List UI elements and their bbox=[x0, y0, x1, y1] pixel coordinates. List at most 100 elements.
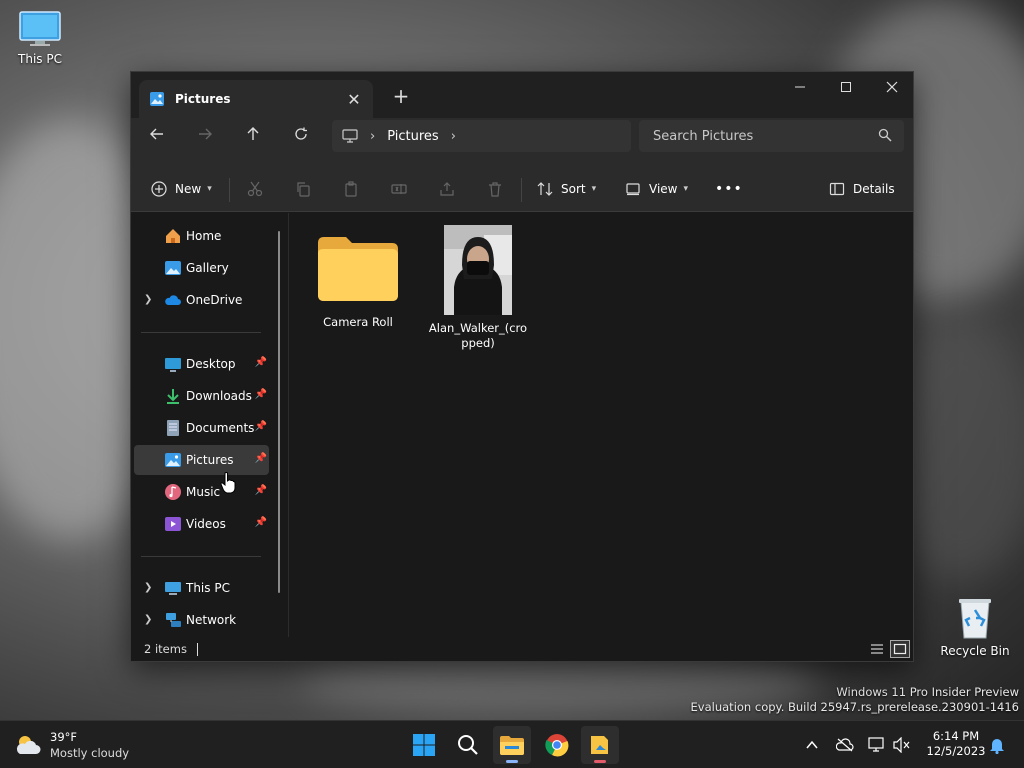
plus-circle-icon bbox=[151, 181, 167, 197]
sidebar-item-network[interactable]: ❯ Network bbox=[134, 605, 269, 635]
title-bar[interactable]: Pictures ✕ + bbox=[131, 72, 913, 118]
forward-button[interactable] bbox=[190, 119, 220, 149]
copy-button[interactable] bbox=[295, 173, 311, 205]
sidebar-scrollbar[interactable] bbox=[278, 231, 280, 593]
details-view-button[interactable] bbox=[867, 640, 887, 658]
video-icon bbox=[165, 517, 181, 531]
share-icon bbox=[440, 182, 454, 196]
delete-button[interactable] bbox=[487, 173, 503, 205]
running-indicator bbox=[506, 760, 518, 763]
music-icon bbox=[165, 484, 181, 500]
sidebar-item-documents[interactable]: Documents 📌 bbox=[134, 413, 269, 443]
file-name: Camera Roll bbox=[323, 315, 393, 329]
search-input[interactable] bbox=[653, 128, 863, 144]
sort-label: Sort bbox=[561, 182, 586, 196]
taskbar-clock[interactable]: 6:14 PM 12/5/2023 bbox=[920, 729, 992, 759]
desktop-icon-this-pc[interactable]: This PC bbox=[0, 10, 80, 66]
rename-button[interactable] bbox=[391, 173, 407, 205]
chrome-icon bbox=[545, 734, 569, 757]
paint-taskbar-button[interactable] bbox=[581, 726, 619, 764]
details-pane-button[interactable]: Details bbox=[829, 173, 895, 205]
sidebar-divider bbox=[141, 556, 261, 557]
search-box[interactable] bbox=[639, 120, 904, 152]
sidebar-item-label: Desktop bbox=[186, 357, 236, 371]
sidebar-item-music[interactable]: Music 📌 bbox=[134, 477, 269, 507]
file-name: pped) bbox=[461, 336, 495, 350]
sidebar-item-label: Music bbox=[186, 485, 221, 499]
tab-close-button[interactable]: ✕ bbox=[341, 86, 367, 112]
sidebar-item-gallery[interactable]: Gallery bbox=[134, 253, 269, 283]
folder-icon bbox=[318, 237, 398, 301]
up-button[interactable] bbox=[238, 119, 268, 149]
windows-logo-icon bbox=[413, 734, 435, 756]
tab-pictures[interactable]: Pictures ✕ bbox=[139, 80, 373, 118]
chevron-right-icon[interactable]: ❯ bbox=[144, 294, 152, 305]
sidebar-item-videos[interactable]: Videos 📌 bbox=[134, 509, 269, 539]
toolbar-divider bbox=[229, 178, 230, 202]
weather-widget[interactable]: 39°F Mostly cloudy bbox=[14, 729, 129, 761]
chevron-right-icon[interactable]: › bbox=[451, 129, 456, 144]
minimize-button[interactable] bbox=[777, 72, 823, 102]
share-button[interactable] bbox=[439, 173, 455, 205]
network-icon bbox=[166, 613, 181, 627]
desktop-icon-label: Recycle Bin bbox=[940, 644, 1010, 658]
running-indicator bbox=[594, 760, 606, 763]
pin-icon[interactable]: 📌 bbox=[255, 421, 267, 432]
sidebar-item-onedrive[interactable]: ❯ OneDrive bbox=[134, 285, 269, 315]
maximize-button[interactable] bbox=[823, 72, 869, 102]
more-options-button[interactable]: ••• bbox=[715, 173, 743, 205]
pin-icon[interactable]: 📌 bbox=[255, 517, 267, 528]
chrome-taskbar-button[interactable] bbox=[538, 726, 576, 764]
file-item-image[interactable]: Alan_Walker_(cro pped) bbox=[428, 225, 528, 351]
file-explorer-taskbar-button[interactable] bbox=[493, 726, 531, 764]
desktop-icon bbox=[165, 358, 181, 372]
desktop-icon-recycle-bin[interactable]: Recycle Bin bbox=[935, 596, 1015, 658]
chevron-right-icon[interactable]: ❯ bbox=[144, 614, 152, 625]
start-button[interactable] bbox=[405, 726, 443, 764]
large-icons-view-button[interactable] bbox=[890, 640, 910, 658]
sort-button[interactable]: Sort ▾ bbox=[537, 173, 596, 205]
pin-icon[interactable]: 📌 bbox=[255, 453, 267, 464]
cut-button[interactable] bbox=[247, 173, 263, 205]
recycle-bin-icon bbox=[959, 599, 991, 639]
chevron-right-icon[interactable]: › bbox=[370, 129, 375, 144]
toolbar-divider bbox=[521, 178, 522, 202]
sidebar-item-downloads[interactable]: Downloads 📌 bbox=[134, 381, 269, 411]
cloud-offline-icon bbox=[836, 738, 854, 752]
minimize-icon bbox=[795, 86, 805, 88]
file-item-folder[interactable]: Camera Roll bbox=[308, 225, 408, 330]
sidebar-item-label: Documents bbox=[186, 421, 255, 435]
notifications-button[interactable] bbox=[985, 733, 1009, 757]
clock-date: 12/5/2023 bbox=[926, 744, 986, 758]
sidebar-item-pictures[interactable]: Pictures 📌 bbox=[134, 445, 269, 475]
sidebar-item-this-pc[interactable]: ❯ This PC bbox=[134, 573, 269, 603]
home-icon bbox=[166, 229, 180, 243]
back-button[interactable] bbox=[142, 119, 172, 149]
pin-icon[interactable]: 📌 bbox=[255, 389, 267, 400]
breadcrumb[interactable]: › Pictures › bbox=[332, 120, 631, 152]
pin-icon[interactable]: 📌 bbox=[255, 357, 267, 368]
breadcrumb-pictures[interactable]: Pictures bbox=[387, 129, 438, 144]
view-icon bbox=[626, 183, 640, 196]
search-icon[interactable] bbox=[878, 128, 892, 142]
view-button[interactable]: View ▾ bbox=[625, 173, 688, 205]
close-window-button[interactable] bbox=[869, 72, 915, 102]
search-taskbar-button[interactable] bbox=[449, 726, 487, 764]
pin-icon[interactable]: 📌 bbox=[255, 485, 267, 496]
chevron-right-icon[interactable]: ❯ bbox=[144, 582, 152, 593]
show-hidden-icons-button[interactable] bbox=[800, 733, 824, 757]
details-label: Details bbox=[853, 182, 895, 196]
sidebar-item-home[interactable]: Home bbox=[134, 221, 269, 251]
download-icon bbox=[167, 389, 179, 404]
volume-tray-icon[interactable] bbox=[890, 733, 914, 757]
image-thumbnail bbox=[444, 225, 512, 315]
onedrive-tray-icon[interactable] bbox=[833, 733, 857, 757]
refresh-button[interactable] bbox=[286, 119, 316, 149]
new-button[interactable]: New ▾ bbox=[151, 173, 212, 205]
network-tray-icon[interactable] bbox=[865, 733, 889, 757]
paste-button[interactable] bbox=[343, 173, 359, 205]
sidebar-item-desktop[interactable]: Desktop 📌 bbox=[134, 349, 269, 379]
clock-time: 6:14 PM bbox=[932, 729, 980, 743]
hand-cursor-icon bbox=[220, 472, 236, 494]
new-tab-button[interactable]: + bbox=[387, 82, 415, 110]
